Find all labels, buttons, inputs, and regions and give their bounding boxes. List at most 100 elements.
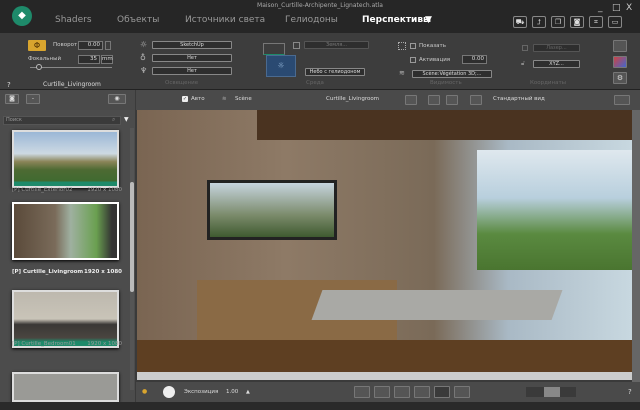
layer-select[interactable]: Scène:Végétation 3D;... [412,70,492,78]
ground-button[interactable]: Земля... [304,41,369,49]
thumbnail-livingroom[interactable] [12,202,119,260]
info-icon[interactable] [454,386,470,398]
lighting-preset-select[interactable]: SketchUp [152,41,232,49]
lighting-select-3[interactable]: Нет [152,67,232,75]
add-camera-icon[interactable]: ◙ [5,94,19,104]
exposure-up-icon[interactable]: ▲ [246,389,250,395]
coordinates-section-label: Координаты [530,80,567,86]
list-item[interactable]: [P] Curtille_Bedroom01 1920 x 1080 [12,341,122,347]
orbit-icon[interactable] [434,386,450,398]
item-name: [P] Curtille_Bedroom01 [12,341,76,347]
title-bar: ◆ Maison_Curtille-Archipente_Lignatech.a… [0,0,640,33]
maximize-button[interactable]: □ [612,3,621,13]
lighting-section-label: Освещение [165,80,199,86]
item-size: 1920 x 1080 [84,269,122,275]
tab-heliodons[interactable]: Гелиодоны [285,15,338,25]
list-scrollbar-thumb[interactable] [130,182,134,292]
settings-gear-icon[interactable]: ⚙ [613,72,627,84]
tab-shaders[interactable]: Shaders [55,15,92,25]
bulb-icon: ♁ [140,53,146,62]
scene-select[interactable]: Scène [235,96,252,102]
remove-button[interactable]: - [26,94,40,104]
spotlight-icon: ♆ [140,66,148,75]
close-button[interactable]: X [626,3,632,13]
focal-slider-handle[interactable] [36,64,42,70]
sky-preview[interactable]: ☼ [266,55,296,77]
horizontal-scrollbar[interactable] [137,372,632,380]
export-icon[interactable]: ⮥ [532,16,546,28]
camera-select[interactable]: Curtille_Livingroom [326,96,379,102]
window-opening [207,180,337,240]
activation-input[interactable]: 0.00 [462,55,487,64]
thumbnail-bedroom[interactable] [12,290,119,348]
windows-icon[interactable]: ❐ [551,16,565,28]
activation-checkbox[interactable] [410,57,416,63]
eye-icon[interactable]: ◉ [108,94,126,104]
quality-slider-handle[interactable] [544,387,560,397]
list-item[interactable]: [P] Curtille_Exterior02 1920 x 1080 [12,187,122,193]
cart-icon[interactable]: ⛟ [513,16,527,28]
view-toolbar [136,90,640,110]
auto-label: Авто [191,96,205,102]
filter-dropdown-icon[interactable]: ▼ [124,116,129,123]
view-left-icon[interactable] [405,95,417,105]
minimize-button[interactable]: _ [598,3,603,13]
undo-view-icon[interactable] [354,386,370,398]
view-mode-select[interactable]: Стандартный вид [493,96,545,102]
lock-icon[interactable]: 🔓︎ [521,60,525,68]
focal-slider[interactable] [30,67,112,68]
tabs-menu-icon[interactable]: ▼ [425,15,432,25]
panel-toggle-icon[interactable] [614,95,630,105]
window-title: Maison_Curtille-Archipente_Lignatech.atl… [257,2,383,9]
aperture-icon[interactable] [163,386,175,398]
thumbnail-next[interactable] [12,372,119,402]
exposure-label: Экспозиция [184,389,219,395]
rotation-spinner[interactable] [105,41,111,50]
bottom-toolbar: ● Экспозиция 1.00 ▲ ? [136,382,640,402]
rotation-icon[interactable]: Φ [28,40,46,51]
show-label: Показать [419,43,446,49]
ground-preview[interactable] [263,43,285,55]
thumbnail-exterior[interactable] [12,130,119,188]
ground-checkbox[interactable] [293,42,300,49]
tab-perspectives[interactable]: Перспективы [362,15,431,25]
rotation-input[interactable]: 0.00 [78,41,103,50]
help-icon[interactable]: ? [7,81,11,89]
focal-label: Фокальный [28,56,62,62]
view-frame-icon[interactable] [470,95,482,105]
tab-lights[interactable]: Источники света [185,15,265,25]
tab-objects[interactable]: Объекты [117,15,159,25]
list-item[interactable]: [P] Curtille_Livingroom 1920 x 1080 [12,269,122,275]
focal-input[interactable]: 35 [78,55,100,64]
render-viewport[interactable] [137,110,632,380]
exposure-value[interactable]: 1.00 [226,389,238,395]
rotation-label: Поворот [53,42,78,48]
help-button[interactable]: ? [628,388,632,396]
camera-icon[interactable]: ◙ [570,16,584,28]
pan-icon[interactable] [394,386,410,398]
search-input[interactable]: Поиск [3,116,121,125]
sky-select[interactable]: Небо с гелиодоном [305,68,365,76]
lighting-select-2[interactable]: Нет [152,54,232,62]
crop-icon[interactable]: ⌗ [589,16,603,28]
auto-checkbox[interactable]: ✓ [182,96,188,102]
search-icon: ⌕ [112,116,116,123]
zoom-icon[interactable] [374,386,390,398]
laser-checkbox[interactable] [522,45,528,51]
xyz-button[interactable]: XYZ... [533,60,580,68]
laser-button[interactable]: Лазер... [533,44,580,52]
item-name: [P] Curtille_Livingroom [12,269,84,275]
activation-label: Активация [419,57,451,63]
vertical-scrollbar[interactable] [632,110,640,382]
focal-unit[interactable]: mm [101,55,113,64]
view-right-icon[interactable] [446,95,458,105]
console-icon[interactable]: ▭ [608,16,622,28]
color-palette-icon[interactable] [613,56,627,68]
view-fit-icon[interactable] [428,95,440,105]
scene-layers-icon[interactable]: ≋ [222,96,227,102]
grid-icon[interactable] [613,40,627,52]
app-logo-icon[interactable]: ◆ [12,6,32,26]
dining-table [311,290,563,320]
walk-icon[interactable] [414,386,430,398]
show-checkbox[interactable] [410,43,416,49]
